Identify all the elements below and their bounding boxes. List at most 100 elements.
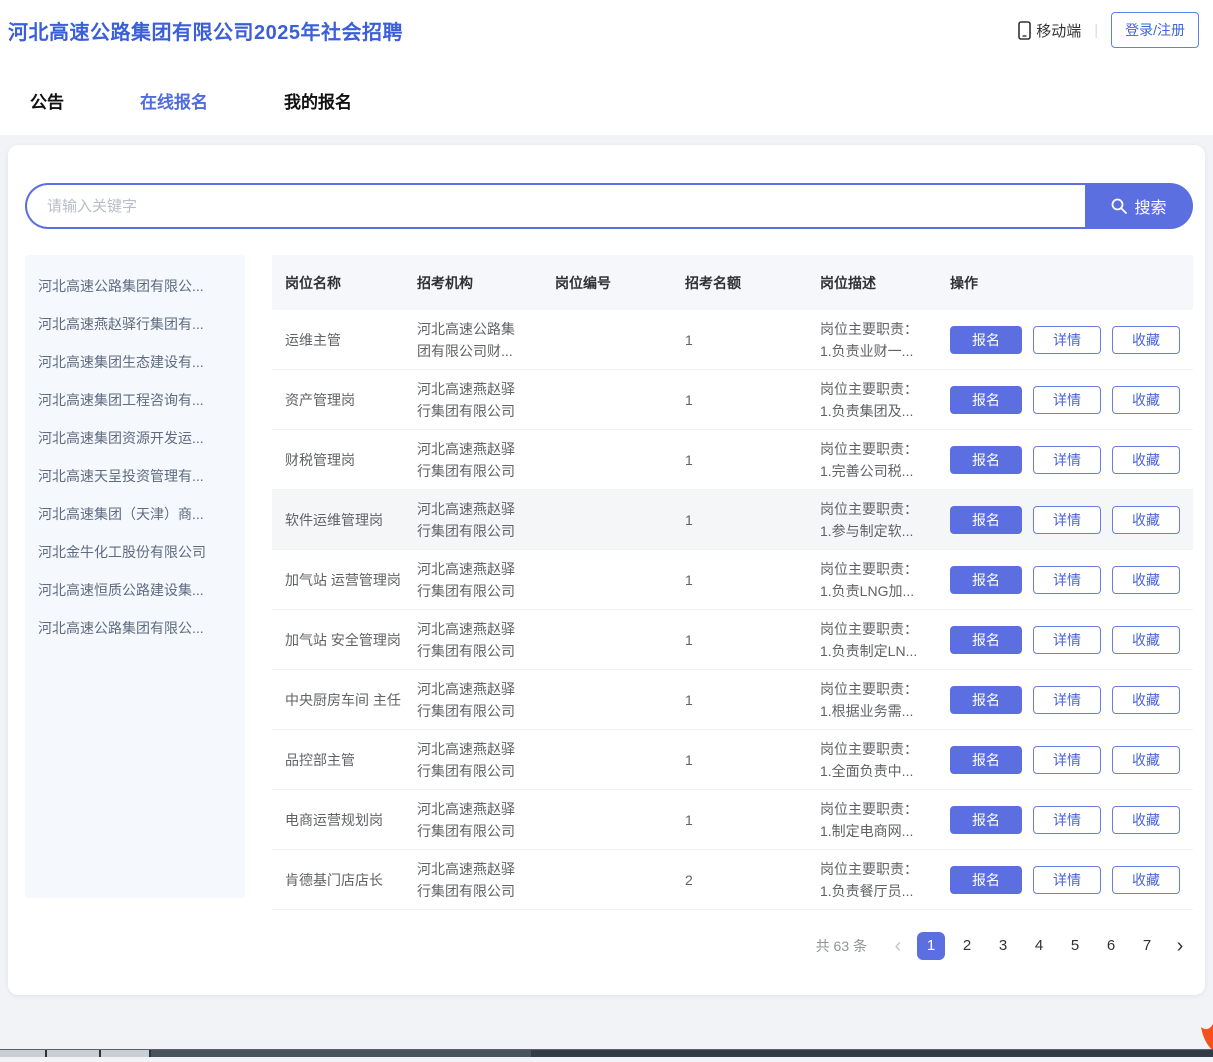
favorite-button[interactable]: 收藏 (1112, 385, 1180, 414)
apply-button[interactable]: 报名 (950, 325, 1022, 354)
detail-button[interactable]: 详情 (1033, 385, 1101, 414)
taskbar-button[interactable] (101, 1050, 151, 1057)
job-quota: 1 (685, 331, 693, 348)
job-desc: 岗位主要职责： 1.全面负责中... (820, 740, 918, 779)
job-desc: 岗位主要职责： 1.负责餐厅员... (820, 860, 918, 899)
job-name: 软件运维管理岗 (285, 511, 383, 528)
job-name: 加气站 运营管理岗 (285, 571, 401, 588)
mobile-label: 移动端 (1036, 22, 1082, 40)
apply-button[interactable]: 报名 (950, 385, 1022, 414)
sidebar-item-company-6[interactable]: 河北高速天呈投资管理有... (25, 457, 245, 495)
mobile-link[interactable]: 移动端 (1018, 20, 1081, 41)
favorite-button[interactable]: 收藏 (1112, 505, 1180, 534)
page-button-4[interactable]: 4 (1025, 932, 1053, 960)
sidebar-item-company-7[interactable]: 河北高速集团（天津）商... (25, 495, 245, 533)
apply-button[interactable]: 报名 (950, 685, 1022, 714)
search-button-label: 搜索 (1134, 200, 1167, 217)
sidebar-item-company-10[interactable]: 河北高速公路集团有限公... (25, 609, 245, 647)
table-row: 运维主管 河北高速公路集团有限公司财... 1 岗位主要职责： 1.负责业财一..… (272, 310, 1193, 370)
job-quota: 1 (685, 571, 693, 588)
job-desc: 岗位主要职责： 1.负责集团及... (820, 380, 918, 419)
detail-button[interactable]: 详情 (1033, 745, 1101, 774)
job-org: 河北高速燕赵驿行集团有限公司 (417, 680, 515, 719)
flame-icon[interactable] (1201, 1024, 1213, 1050)
page-title: 河北高速公路集团有限公司2025年社会招聘 (8, 21, 403, 44)
page-button-7[interactable]: 7 (1133, 932, 1161, 960)
phone-icon (1018, 20, 1031, 40)
jobs-table: 岗位名称 招考机构 岗位编号 招考名额 岗位描述 操作 运维主管 河北高速公路集… (272, 255, 1193, 960)
apply-button[interactable]: 报名 (950, 865, 1022, 894)
job-name: 电商运营规划岗 (285, 811, 383, 828)
detail-button[interactable]: 详情 (1033, 445, 1101, 474)
table-row: 软件运维管理岗 河北高速燕赵驿行集团有限公司 1 岗位主要职责： 1.参与制定软.… (272, 490, 1193, 550)
job-name: 中央厨房车间 主任 (285, 691, 401, 708)
tab-my-applications[interactable]: 我的报名 (284, 88, 352, 113)
favorite-button[interactable]: 收藏 (1112, 865, 1180, 894)
job-org: 河北高速燕赵驿行集团有限公司 (417, 440, 515, 479)
job-desc: 岗位主要职责： 1.负责业财一... (820, 320, 918, 359)
login-register-button[interactable]: 登录/注册 (1111, 12, 1199, 48)
tab-online-application[interactable]: 在线报名 (140, 88, 208, 113)
page-button-5[interactable]: 5 (1061, 932, 1089, 960)
job-org: 河北高速公路集团有限公司财... (417, 320, 515, 359)
page-button-3[interactable]: 3 (989, 932, 1017, 960)
job-quota: 2 (685, 871, 693, 888)
detail-button[interactable]: 详情 (1033, 505, 1101, 534)
apply-button[interactable]: 报名 (950, 745, 1022, 774)
page-button-1[interactable]: 1 (917, 932, 945, 960)
favorite-button[interactable]: 收藏 (1112, 325, 1180, 354)
pagination: 共 63 条 ‹ 1 2 3 4 5 6 7 › (272, 932, 1193, 960)
tab-announcements[interactable]: 公告 (30, 88, 64, 113)
favorite-button[interactable]: 收藏 (1112, 745, 1180, 774)
job-quota: 1 (685, 811, 693, 828)
sidebar-item-company-5[interactable]: 河北高速集团资源开发运... (25, 419, 245, 457)
taskbar-button[interactable] (47, 1050, 101, 1057)
nav-tabs: 公告 在线报名 我的报名 (0, 42, 1213, 135)
sidebar-item-company-1[interactable]: 河北高速公路集团有限公... (25, 267, 245, 305)
company-sidebar: 河北高速公路集团有限公... 河北高速燕赵驿行集团有... 河北高速集团生态建设… (25, 255, 245, 898)
sidebar-item-company-4[interactable]: 河北高速集团工程咨询有... (25, 381, 245, 419)
detail-button[interactable]: 详情 (1033, 805, 1101, 834)
apply-button[interactable]: 报名 (950, 805, 1022, 834)
topbar-divider: | (1094, 21, 1099, 39)
page-button-2[interactable]: 2 (953, 932, 981, 960)
apply-button[interactable]: 报名 (950, 565, 1022, 594)
detail-button[interactable]: 详情 (1033, 625, 1101, 654)
job-desc: 岗位主要职责： 1.根据业务需... (820, 680, 918, 719)
page-button-6[interactable]: 6 (1097, 932, 1125, 960)
detail-button[interactable]: 详情 (1033, 565, 1101, 594)
col-recruiting-org: 招考机构 (417, 274, 473, 291)
job-name: 品控部主管 (285, 751, 355, 768)
col-job-name: 岗位名称 (285, 274, 341, 291)
sidebar-item-company-9[interactable]: 河北高速恒质公路建设集... (25, 571, 245, 609)
favorite-button[interactable]: 收藏 (1112, 685, 1180, 714)
apply-button[interactable]: 报名 (950, 445, 1022, 474)
prev-page-button[interactable]: ‹ (887, 932, 909, 960)
job-desc: 岗位主要职责： 1.完善公司税... (820, 440, 918, 479)
search-input[interactable] (25, 183, 1085, 229)
sidebar-item-company-2[interactable]: 河北高速燕赵驿行集团有... (25, 305, 245, 343)
apply-button[interactable]: 报名 (950, 625, 1022, 654)
favorite-button[interactable]: 收藏 (1112, 565, 1180, 594)
content-background: 搜索 河北高速公路集团有限公... 河北高速燕赵驿行集团有... 河北高速集团生… (0, 135, 1213, 1062)
taskbar-band (151, 1050, 531, 1057)
detail-button[interactable]: 详情 (1033, 685, 1101, 714)
search-button[interactable]: 搜索 (1085, 183, 1193, 229)
job-org: 河北高速燕赵驿行集团有限公司 (417, 740, 515, 779)
table-row: 中央厨房车间 主任 河北高速燕赵驿行集团有限公司 1 岗位主要职责： 1.根据业务… (272, 670, 1193, 730)
job-name: 运维主管 (285, 331, 341, 348)
sidebar-item-company-8[interactable]: 河北金牛化工股份有限公司 (25, 533, 245, 571)
apply-button[interactable]: 报名 (950, 505, 1022, 534)
detail-button[interactable]: 详情 (1033, 865, 1101, 894)
detail-button[interactable]: 详情 (1033, 325, 1101, 354)
job-desc: 岗位主要职责： 1.制定电商网... (820, 800, 918, 839)
favorite-button[interactable]: 收藏 (1112, 445, 1180, 474)
job-desc: 岗位主要职责： 1.参与制定软... (820, 500, 918, 539)
favorite-button[interactable]: 收藏 (1112, 625, 1180, 654)
sidebar-item-company-3[interactable]: 河北高速集团生态建设有... (25, 343, 245, 381)
favorite-button[interactable]: 收藏 (1112, 805, 1180, 834)
table-row: 加气站 运营管理岗 河北高速燕赵驿行集团有限公司 1 岗位主要职责： 1.负责LN… (272, 550, 1193, 610)
taskbar-button[interactable] (0, 1050, 47, 1057)
table-row: 加气站 安全管理岗 河北高速燕赵驿行集团有限公司 1 岗位主要职责： 1.负责制定… (272, 610, 1193, 670)
next-page-button[interactable]: › (1169, 932, 1191, 960)
